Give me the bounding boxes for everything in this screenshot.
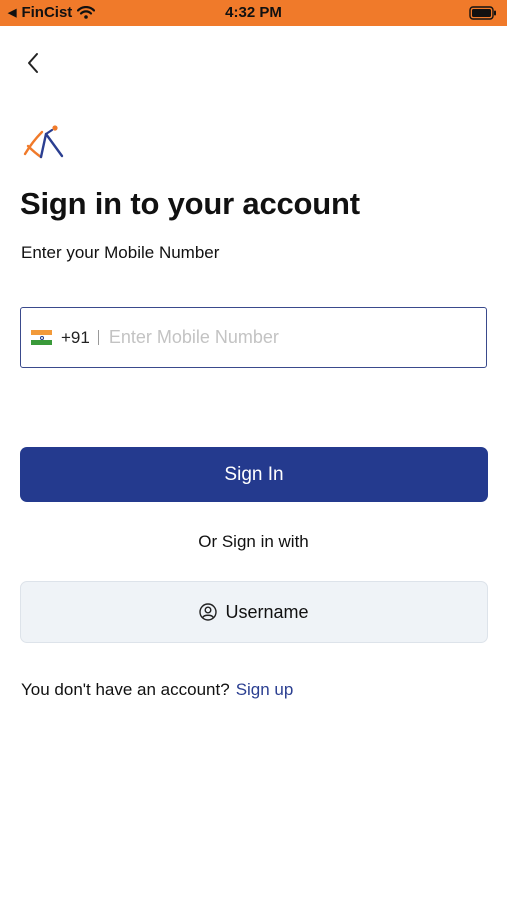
- sign-up-link[interactable]: Sign up: [236, 680, 294, 699]
- page-title: Sign in to your account: [20, 186, 360, 221]
- field-divider: [97, 330, 99, 345]
- username-label: Username: [225, 601, 309, 622]
- or-sign-in-with-text: Or Sign in with: [198, 532, 309, 551]
- status-time: 4:32 PM: [225, 4, 282, 21]
- fincist-logo-icon: [23, 125, 64, 159]
- signup-prompt: You don't have an account?: [21, 680, 230, 699]
- username-sign-in-button[interactable]: Username: [20, 581, 488, 643]
- back-button[interactable]: [18, 48, 48, 78]
- battery-icon: [469, 6, 497, 24]
- sign-in-button[interactable]: Sign In: [20, 447, 488, 502]
- user-circle-icon: [199, 603, 218, 621]
- mobile-number-field[interactable]: +91: [20, 307, 487, 368]
- country-code[interactable]: +91: [61, 328, 90, 348]
- india-flag-icon: [31, 330, 52, 345]
- mobile-number-input[interactable]: [108, 308, 486, 367]
- signup-row: You don't have an account? Sign up: [21, 680, 293, 700]
- mobile-number-label: Enter your Mobile Number: [21, 243, 220, 262]
- chevron-left-icon: [28, 53, 38, 73]
- status-bar: ◀ FinCist 4:32 PM: [0, 0, 507, 26]
